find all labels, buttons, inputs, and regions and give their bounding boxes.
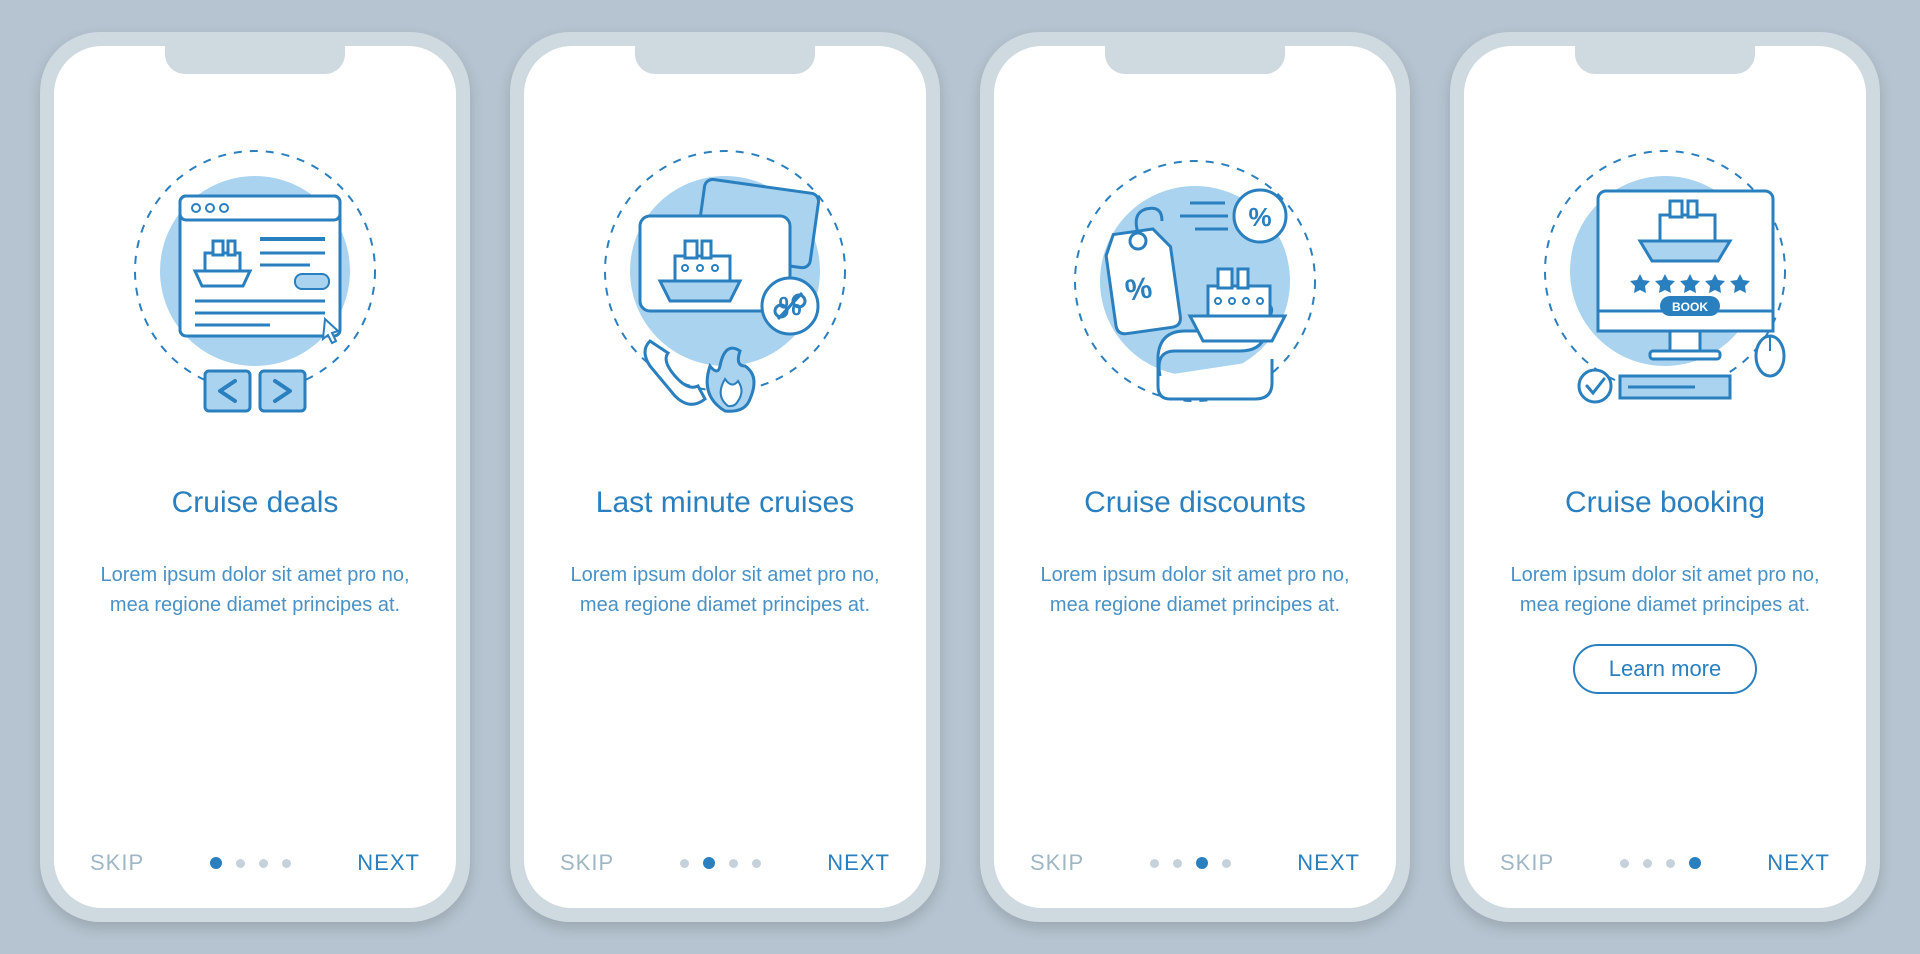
screen-title: Cruise discounts <box>1084 466 1306 540</box>
svg-text:%: % <box>1248 202 1271 232</box>
screen-description: Lorem ipsum dolor sit amet pro no, mea r… <box>1505 560 1825 620</box>
screen-2: % Last minute cruises Lorem ipsum dolor … <box>524 46 926 908</box>
screen-title: Last minute cruises <box>596 466 854 540</box>
skip-button[interactable]: SKIP <box>1500 850 1554 876</box>
svg-text:BOOK: BOOK <box>1672 300 1708 314</box>
dot-2[interactable] <box>1173 859 1182 868</box>
page-dots <box>680 857 761 869</box>
page-dots <box>210 857 291 869</box>
onboarding-nav: SKIP NEXT <box>1464 850 1866 876</box>
dot-2[interactable] <box>703 857 715 869</box>
dot-3[interactable] <box>1666 859 1675 868</box>
screen-1: Cruise deals Lorem ipsum dolor sit amet … <box>54 46 456 908</box>
next-button[interactable]: NEXT <box>827 850 890 876</box>
screen-title: Cruise deals <box>172 466 339 540</box>
screen-description: Lorem ipsum dolor sit amet pro no, mea r… <box>95 560 415 620</box>
onboarding-nav: SKIP NEXT <box>994 850 1396 876</box>
dot-4[interactable] <box>282 859 291 868</box>
page-dots <box>1150 857 1231 869</box>
screen-3: % % Cruise discounts <box>994 46 1396 908</box>
svg-text:%: % <box>1123 271 1154 307</box>
onboarding-nav: SKIP NEXT <box>54 850 456 876</box>
dot-1[interactable] <box>210 857 222 869</box>
dot-4[interactable] <box>752 859 761 868</box>
tickets-hot-call-icon: % <box>575 136 875 436</box>
monitor-book-icon: BOOK <box>1515 136 1815 436</box>
skip-button[interactable]: SKIP <box>90 850 144 876</box>
next-button[interactable]: NEXT <box>1767 850 1830 876</box>
skip-button[interactable]: SKIP <box>560 850 614 876</box>
learn-more-button[interactable]: Learn more <box>1573 644 1758 694</box>
dot-3[interactable] <box>729 859 738 868</box>
phone-notch <box>635 46 815 74</box>
discount-tags-ship-icon: % % <box>1045 136 1345 436</box>
screen-title: Cruise booking <box>1565 466 1765 540</box>
svg-text:%: % <box>778 291 801 321</box>
next-button[interactable]: NEXT <box>357 850 420 876</box>
dot-4[interactable] <box>1222 859 1231 868</box>
dot-3[interactable] <box>1196 857 1208 869</box>
dot-4[interactable] <box>1689 857 1701 869</box>
browser-cruise-icon <box>105 136 405 436</box>
phone-mockup-3: % % Cruise discounts <box>980 32 1410 922</box>
dot-2[interactable] <box>236 859 245 868</box>
page-dots <box>1620 857 1701 869</box>
dot-1[interactable] <box>1620 859 1629 868</box>
skip-button[interactable]: SKIP <box>1030 850 1084 876</box>
screen-description: Lorem ipsum dolor sit amet pro no, mea r… <box>565 560 885 620</box>
phone-notch <box>165 46 345 74</box>
next-button[interactable]: NEXT <box>1297 850 1360 876</box>
phone-mockup-1: Cruise deals Lorem ipsum dolor sit amet … <box>40 32 470 922</box>
screen-4: BOOK Cruise booking Lorem ipsum dolor si… <box>1464 46 1866 908</box>
screen-description: Lorem ipsum dolor sit amet pro no, mea r… <box>1035 560 1355 620</box>
dot-1[interactable] <box>680 859 689 868</box>
dot-1[interactable] <box>1150 859 1159 868</box>
phone-notch <box>1105 46 1285 74</box>
phone-mockup-2: % Last minute cruises Lorem ipsum dolor … <box>510 32 940 922</box>
onboarding-nav: SKIP NEXT <box>524 850 926 876</box>
phone-notch <box>1575 46 1755 74</box>
phone-mockup-4: BOOK Cruise booking Lorem ipsum dolor si… <box>1450 32 1880 922</box>
dot-3[interactable] <box>259 859 268 868</box>
dot-2[interactable] <box>1643 859 1652 868</box>
